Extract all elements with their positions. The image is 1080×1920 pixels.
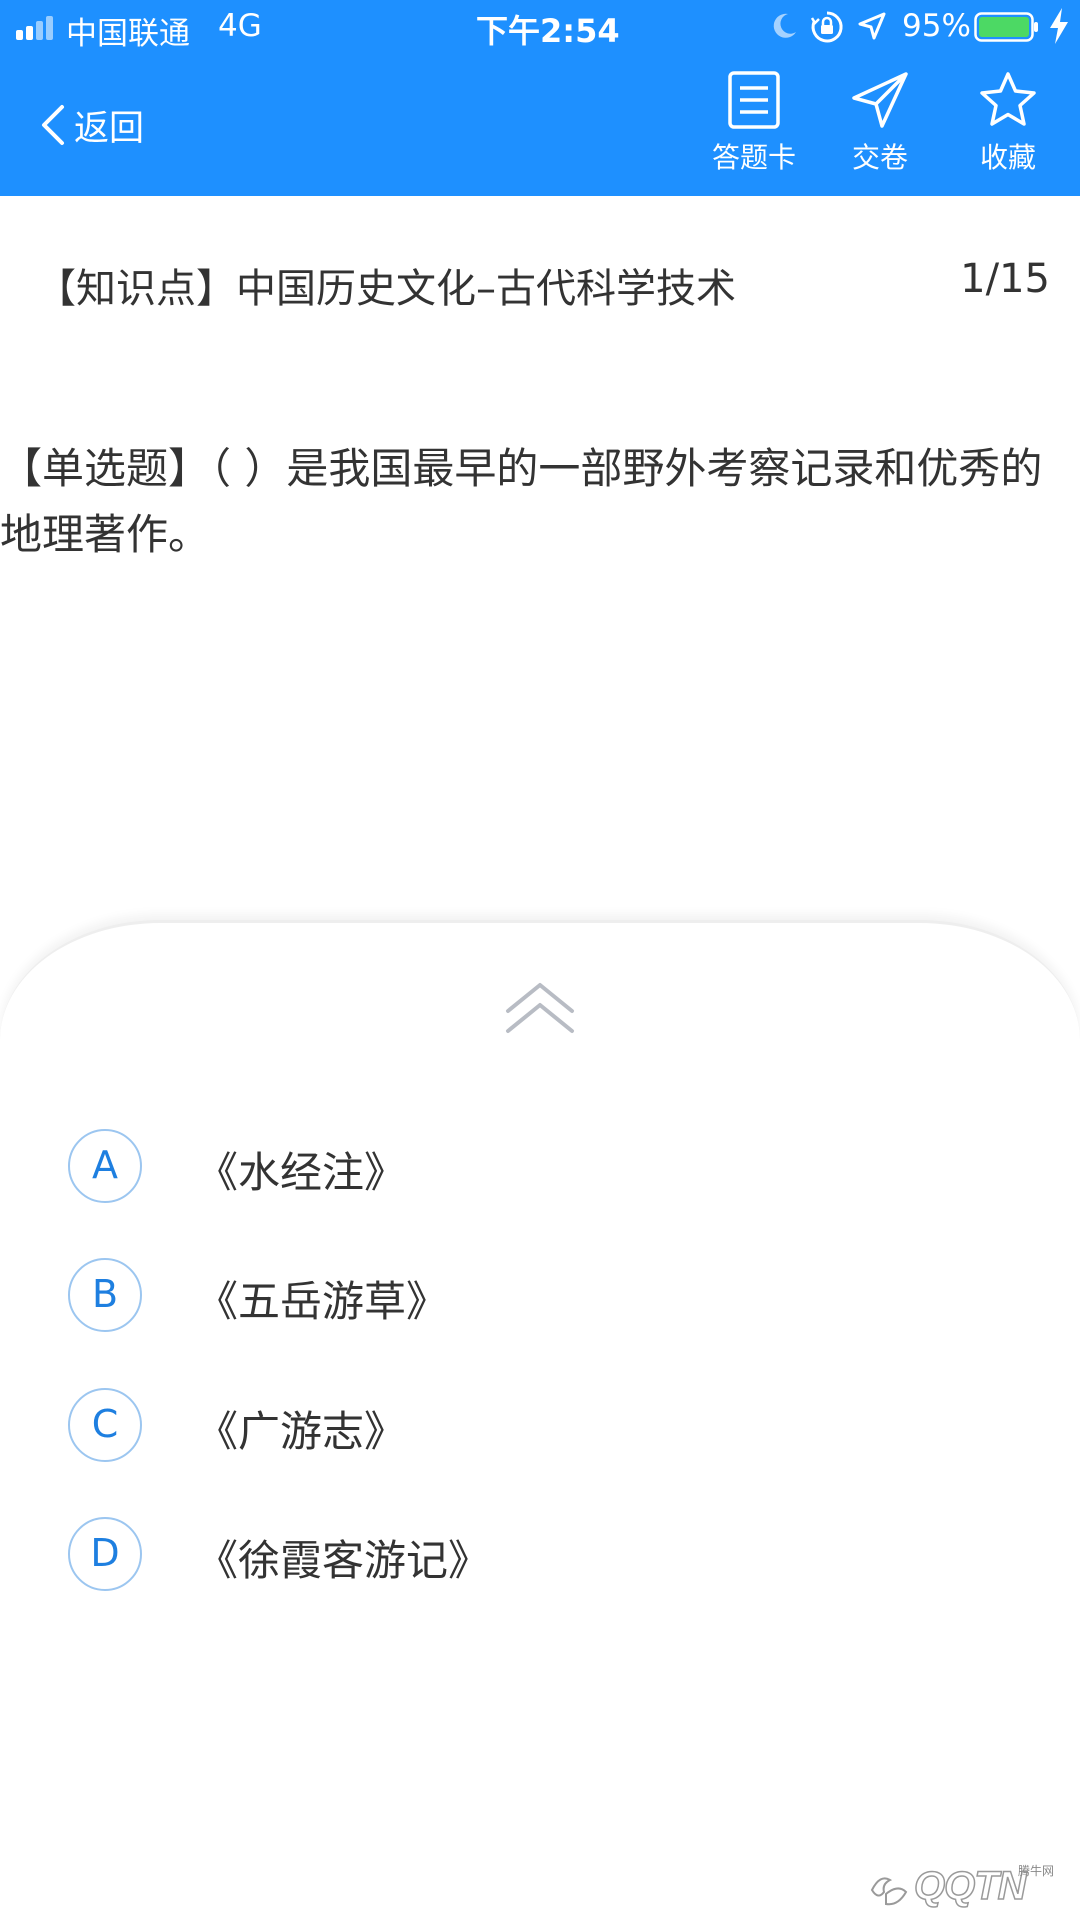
option-letter: A [68,1129,142,1203]
status-bar: 中国联通 4G 下午2:54 95% [0,0,1080,56]
watermark-text: QQTN [913,1863,1027,1909]
network-type: 4G [218,8,262,44]
moon-icon [773,13,796,38]
battery-icon [974,12,1038,42]
knowledge-point-row: 【知识点】中国历史文化–古代科学技术 1/15 [36,256,1056,312]
top-header: 中国联通 4G 下午2:54 95% 返回 答题卡 交卷 收藏 [0,0,1080,196]
option-letter: D [68,1517,142,1591]
submit-label: 交卷 [851,141,908,174]
option-letter: B [68,1258,142,1332]
knowledge-point: 【知识点】中国历史文化–古代科学技术 [36,266,736,312]
option-d[interactable]: D 《徐霞客游记》 [68,1517,1028,1597]
option-text: 《五岳游草》 [196,1277,449,1326]
question-progress: 1/15 [960,256,1050,302]
option-b[interactable]: B 《五岳游草》 [68,1258,1028,1338]
watermark-small-text: 腾牛网 [1018,1864,1055,1878]
answer-card-label: 答题卡 [711,141,796,174]
answer-card-button[interactable]: 答题卡 [694,70,814,180]
star-icon [980,72,1036,126]
favorite-button[interactable]: 收藏 [948,70,1068,180]
answer-card-icon [728,71,780,129]
carrier-label: 中国联通 [66,16,190,52]
watermark: QQTN 腾牛网 [868,1862,1068,1916]
option-text: 《徐霞客游记》 [196,1536,491,1585]
watermark-logo-icon [870,1877,908,1906]
double-chevron-up-icon[interactable] [500,975,580,1039]
question-stem: 【单选题】（ ）是我国最早的一部野外考察记录和优秀的地理著作。 [0,444,1043,559]
option-c[interactable]: C 《广游志》 [68,1388,1028,1468]
submit-button[interactable]: 交卷 [820,70,940,180]
rotation-lock-icon [810,11,843,43]
option-text: 《水经注》 [196,1148,407,1197]
option-text: 《广游志》 [196,1407,407,1456]
favorite-label: 收藏 [979,141,1036,174]
back-button[interactable]: 返回 [38,100,144,150]
chevron-left-icon [42,105,64,145]
status-time: 下午2:54 [476,12,620,50]
option-letter: C [68,1388,142,1462]
paper-plane-icon [852,72,908,128]
options-panel: A 《水经注》 B 《五岳游草》 C 《广游志》 D 《徐霞客游记》 [0,920,1080,1920]
signal-icon [16,16,53,40]
location-icon [858,12,886,40]
option-a[interactable]: A 《水经注》 [68,1129,1028,1209]
battery-percent: 95% [902,8,971,44]
back-label: 返回 [74,108,145,149]
charging-icon [1050,8,1068,44]
